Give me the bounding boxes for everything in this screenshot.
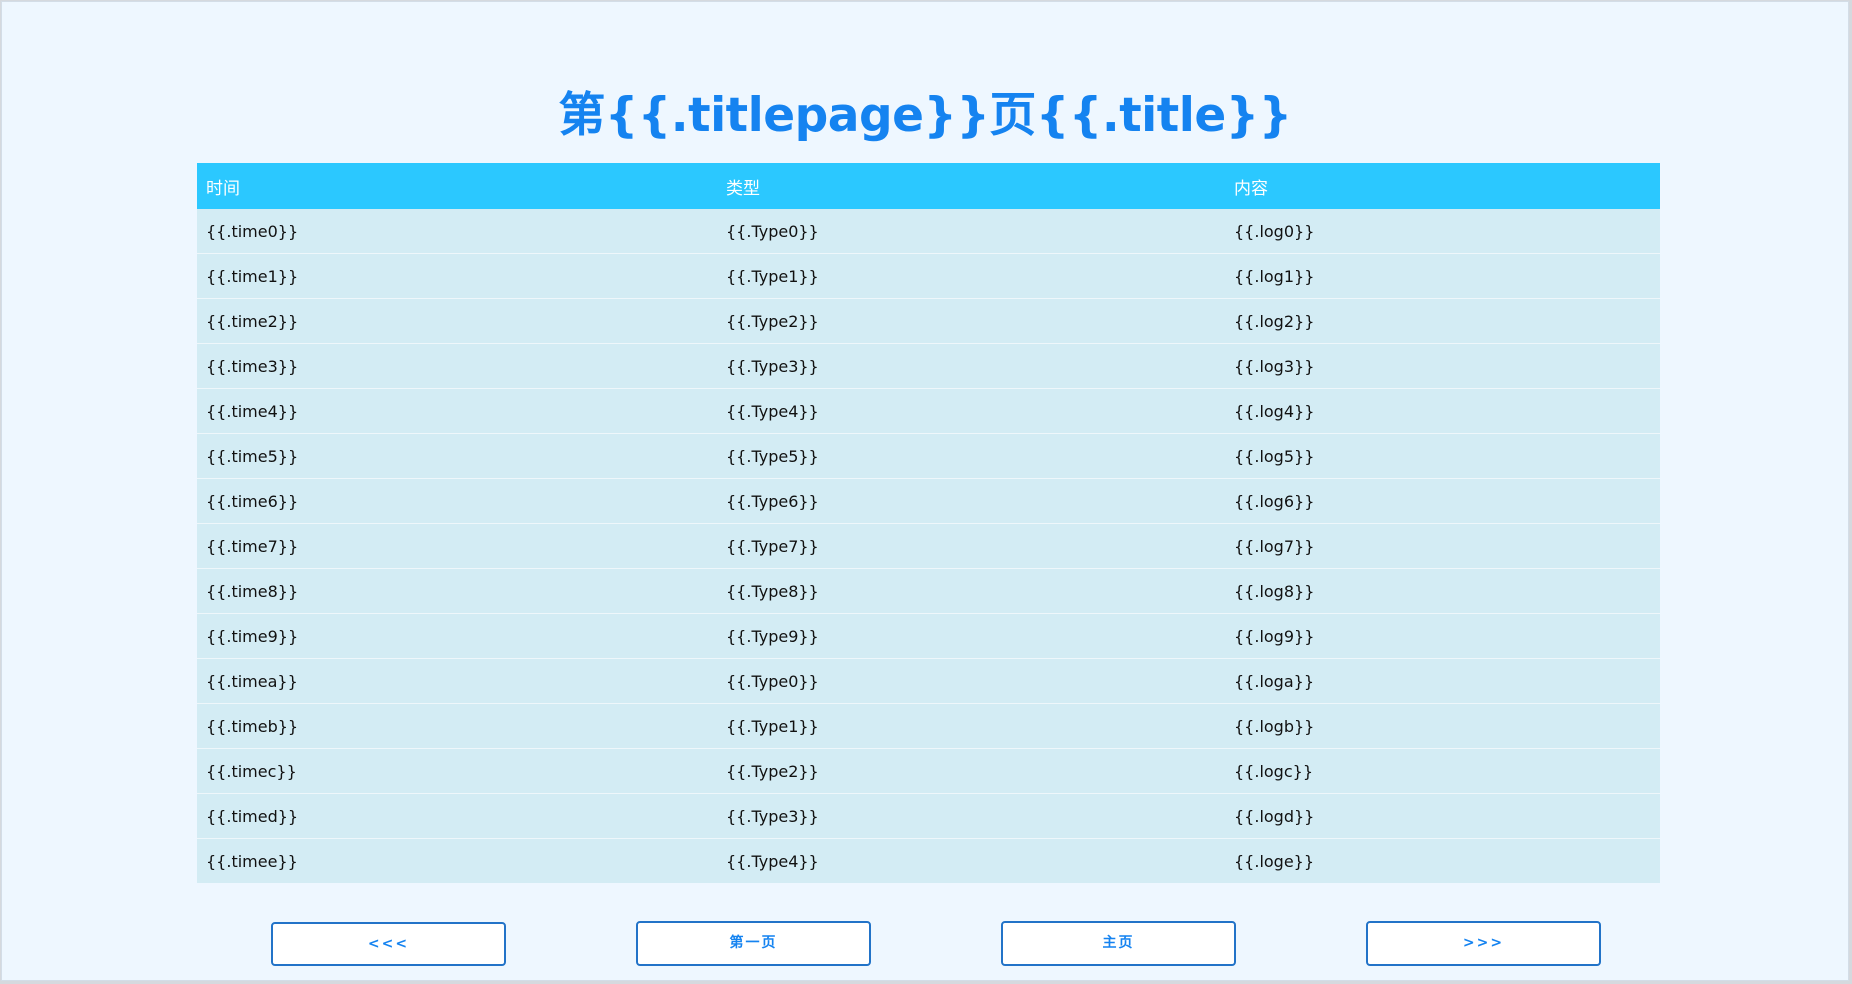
- table-row: {{.time5}} {{.Type5}} {{.log5}}: [197, 433, 1660, 479]
- cell-content: {{.logd}}: [1225, 793, 1660, 839]
- cell-type: {{.Type4}}: [717, 838, 1225, 883]
- table-row: {{.time1}} {{.Type1}} {{.log1}}: [197, 253, 1660, 299]
- cell-type: {{.Type4}}: [717, 388, 1225, 434]
- cell-content: {{.log1}}: [1225, 253, 1660, 299]
- table-row: {{.timec}} {{.Type2}} {{.logc}}: [197, 748, 1660, 794]
- next-page-button[interactable]: >>>: [1366, 921, 1601, 966]
- cell-time: {{.time3}}: [197, 343, 717, 389]
- table-row: {{.time9}} {{.Type9}} {{.log9}}: [197, 613, 1660, 659]
- cell-content: {{.loge}}: [1225, 838, 1660, 883]
- table-row: {{.timea}} {{.Type0}} {{.loga}}: [197, 658, 1660, 704]
- cell-time: {{.timea}}: [197, 658, 717, 704]
- cell-type: {{.Type3}}: [717, 793, 1225, 839]
- table-row: {{.time4}} {{.Type4}} {{.log4}}: [197, 388, 1660, 434]
- cell-content: {{.log4}}: [1225, 388, 1660, 434]
- cell-content: {{.log3}}: [1225, 343, 1660, 389]
- table-header: 时间 类型 内容: [197, 163, 1660, 209]
- cell-content: {{.loga}}: [1225, 658, 1660, 704]
- cell-time: {{.time4}}: [197, 388, 717, 434]
- table-row: {{.time0}} {{.Type0}} {{.log0}}: [197, 209, 1660, 254]
- cell-type: {{.Type1}}: [717, 253, 1225, 299]
- cell-time: {{.time5}}: [197, 433, 717, 479]
- cell-time: {{.time9}}: [197, 613, 717, 659]
- table-row: {{.time7}} {{.Type7}} {{.log7}}: [197, 523, 1660, 569]
- cell-content: {{.log6}}: [1225, 478, 1660, 524]
- table-row: {{.time3}} {{.Type3}} {{.log3}}: [197, 343, 1660, 389]
- cell-type: {{.Type9}}: [717, 613, 1225, 659]
- header-row: 时间 类型 内容: [197, 163, 1660, 209]
- cell-type: {{.Type2}}: [717, 748, 1225, 794]
- table-row: {{.timee}} {{.Type4}} {{.loge}}: [197, 838, 1660, 883]
- column-header-time: 时间: [197, 163, 717, 209]
- cell-time: {{.time2}}: [197, 298, 717, 344]
- table-row: {{.time8}} {{.Type8}} {{.log8}}: [197, 568, 1660, 614]
- cell-content: {{.log9}}: [1225, 613, 1660, 659]
- previous-page-button[interactable]: <<<: [271, 922, 506, 966]
- cell-content: {{.log5}}: [1225, 433, 1660, 479]
- cell-type: {{.Type0}}: [717, 658, 1225, 704]
- home-button[interactable]: 主页: [1001, 921, 1236, 966]
- cell-type: {{.Type7}}: [717, 523, 1225, 569]
- cell-content: {{.log2}}: [1225, 298, 1660, 344]
- cell-content: {{.logc}}: [1225, 748, 1660, 794]
- cell-content: {{.log0}}: [1225, 209, 1660, 254]
- cell-time: {{.timeb}}: [197, 703, 717, 749]
- first-page-button[interactable]: 第一页: [636, 921, 871, 966]
- table-body: {{.time0}} {{.Type0}} {{.log0}} {{.time1…: [197, 209, 1660, 883]
- cell-time: {{.time8}}: [197, 568, 717, 614]
- cell-type: {{.Type3}}: [717, 343, 1225, 389]
- log-table: 时间 类型 内容 {{.time0}} {{.Type0}} {{.log0}}…: [197, 163, 1660, 883]
- cell-type: {{.Type1}}: [717, 703, 1225, 749]
- cell-type: {{.Type2}}: [717, 298, 1225, 344]
- column-header-content: 内容: [1225, 163, 1660, 209]
- cell-content: {{.logb}}: [1225, 703, 1660, 749]
- cell-type: {{.Type8}}: [717, 568, 1225, 614]
- cell-type: {{.Type5}}: [717, 433, 1225, 479]
- cell-content: {{.log7}}: [1225, 523, 1660, 569]
- cell-content: {{.log8}}: [1225, 568, 1660, 614]
- table-row: {{.time6}} {{.Type6}} {{.log6}}: [197, 478, 1660, 524]
- cell-time: {{.time0}}: [197, 209, 717, 254]
- cell-time: {{.timee}}: [197, 838, 717, 883]
- cell-type: {{.Type6}}: [717, 478, 1225, 524]
- table-row: {{.timed}} {{.Type3}} {{.logd}}: [197, 793, 1660, 839]
- cell-time: {{.time7}}: [197, 523, 717, 569]
- cell-time: {{.timec}}: [197, 748, 717, 794]
- page-title: 第{{.titlepage}}页{{.title}}: [558, 88, 1292, 144]
- cell-time: {{.timed}}: [197, 793, 717, 839]
- cell-time: {{.time6}}: [197, 478, 717, 524]
- table-row: {{.time2}} {{.Type2}} {{.log2}}: [197, 298, 1660, 344]
- cell-time: {{.time1}}: [197, 253, 717, 299]
- column-header-type: 类型: [717, 163, 1225, 209]
- cell-type: {{.Type0}}: [717, 209, 1225, 254]
- table-row: {{.timeb}} {{.Type1}} {{.logb}}: [197, 703, 1660, 749]
- log-page: 第{{.titlepage}}页{{.title}} 时间 类型 内容 {{.t…: [1, 1, 1849, 981]
